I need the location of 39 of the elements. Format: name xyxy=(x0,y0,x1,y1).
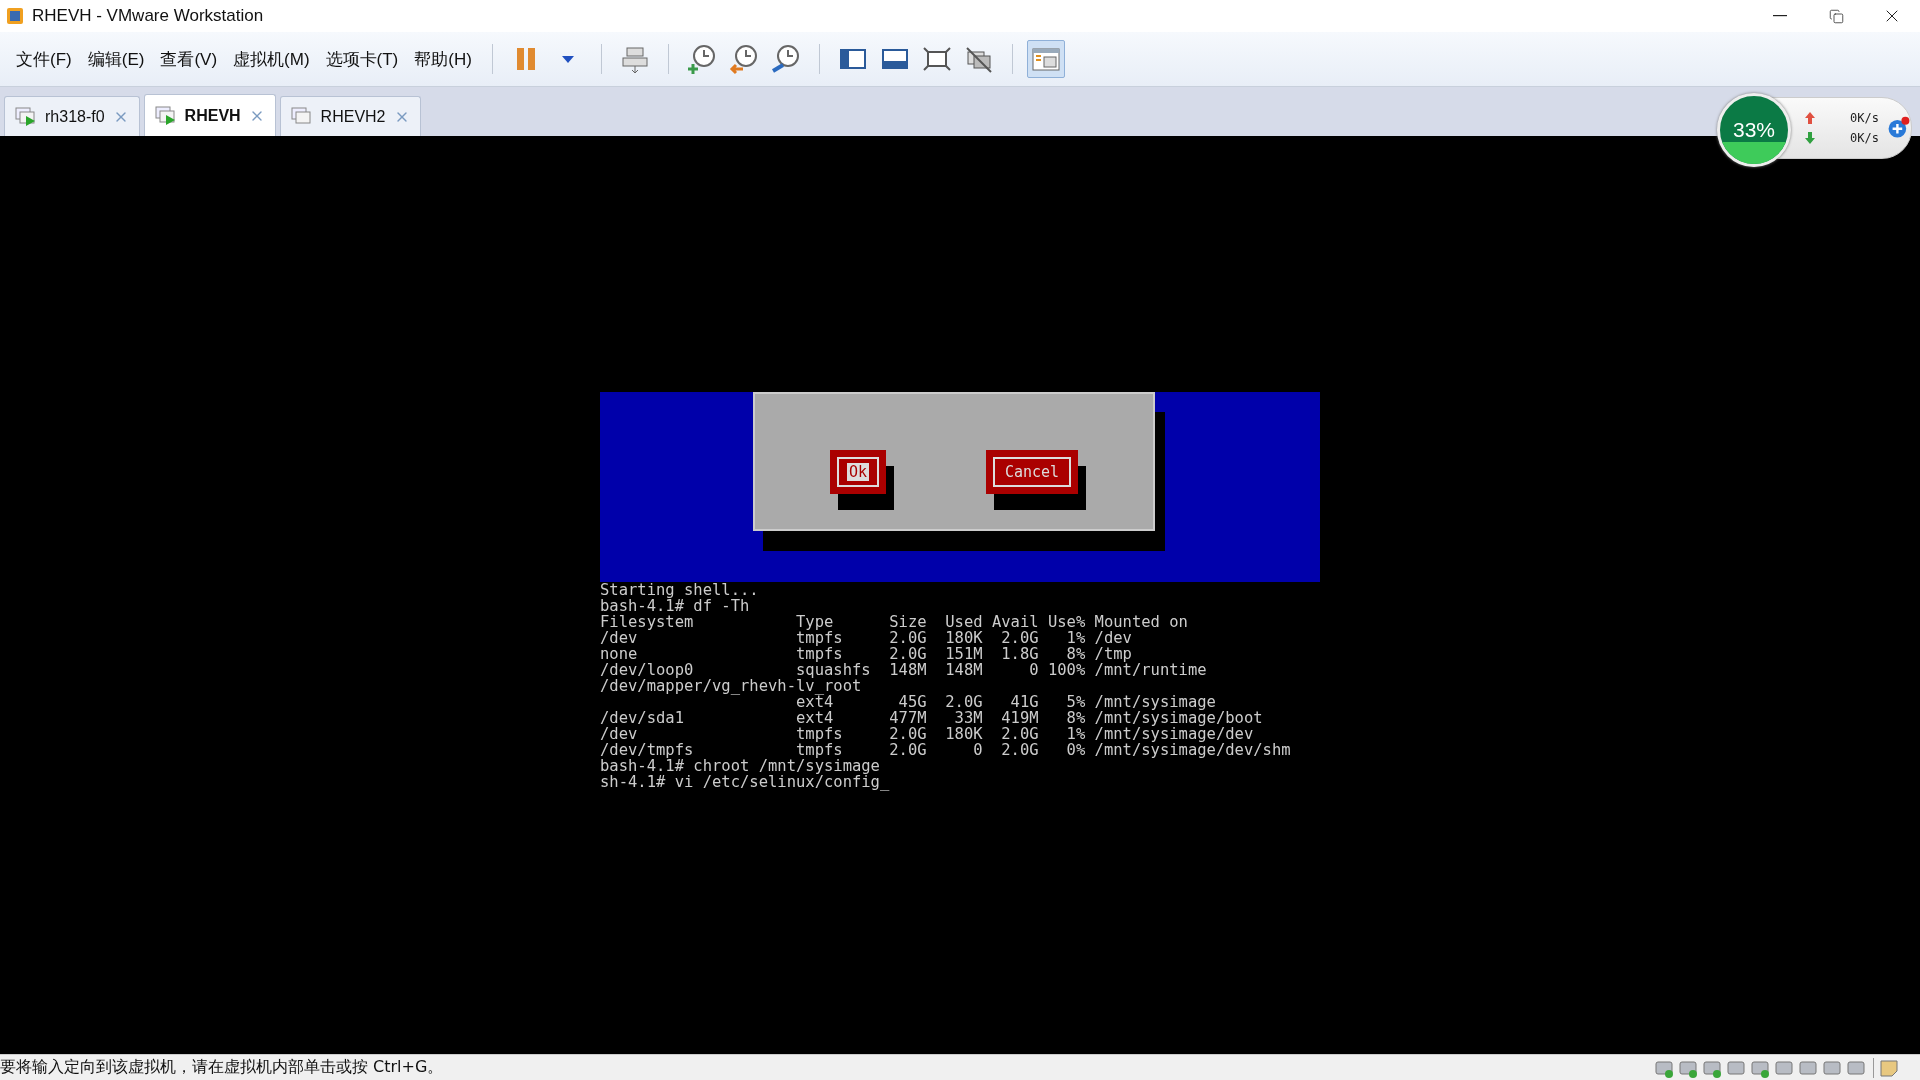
terminal-line: /dev/loop0 squashfs 148M 148M 0 100% /mnt/runtime xyxy=(600,662,1208,678)
terminal-line: /dev tmpfs 2.0G 180K 2.0G 1% /dev xyxy=(600,630,1133,646)
down-arrow-icon xyxy=(1805,132,1815,144)
dialog-button[interactable]: Ok xyxy=(829,449,886,494)
app-logo-icon xyxy=(6,7,24,25)
vm-tab-icon xyxy=(290,106,313,127)
terminal-line: ext4 45G 2.0G 41G 5% /mnt/sysimage xyxy=(795,694,1216,710)
terminal-line: Starting shell... xyxy=(600,582,760,598)
minimize-icon xyxy=(1773,15,1787,17)
terminal-line: bash-4.1# df -Th xyxy=(600,598,751,614)
menu-item[interactable]: 查看(V) xyxy=(154,43,224,75)
terminal-line: /dev/mapper/vg_rhevh-lv_root xyxy=(600,678,862,694)
caret-icon xyxy=(561,55,574,63)
vm-tab[interactable]: rh318-f0 xyxy=(4,96,140,136)
window-view-button[interactable] xyxy=(1026,40,1065,78)
upload-speed: 0K/s xyxy=(1849,111,1879,125)
dialog-button[interactable]: Cancel xyxy=(985,449,1079,494)
status-message: 要将输入定向到该虚拟机，请在虚拟机内部单击或按 Ctrl+G。 xyxy=(0,1057,445,1078)
up-arrow-icon xyxy=(1805,112,1815,124)
menu-item[interactable]: 编辑(E) xyxy=(81,43,151,75)
window-title: RHEVH - VMware Workstation xyxy=(32,6,265,26)
vm-tab-icon xyxy=(15,106,37,127)
terminal-line: /dev/sda1 ext4 477M 33M 419M 8% /mnt/sysimage/boot xyxy=(600,710,1264,726)
gauge-percent: 33% xyxy=(1733,118,1775,142)
terminal-line: /dev tmpfs 2.0G 180K 2.0G 1% /mnt/sysimage/dev xyxy=(600,726,1254,742)
terminal-line: none tmpfs 2.0G 151M 1.8G 8% /tmp xyxy=(600,646,1132,662)
menu-item[interactable]: 文件(F) xyxy=(10,43,78,75)
terminal-line: /dev/tmpfs tmpfs 2.0G 0 2.0G 0% /mnt/sysimage/dev/shm xyxy=(600,742,1292,758)
vm-tab[interactable]: RHEVH xyxy=(143,94,276,136)
restore-icon xyxy=(1828,8,1844,24)
download-speed: 0K/s xyxy=(1849,131,1879,145)
terminal-line: bash-4.1# chroot /mnt/sysimage xyxy=(600,758,880,774)
terminal-line: sh-4.1# vi /etc/selinux/config_ xyxy=(600,774,891,790)
menu-item[interactable]: 帮助(H) xyxy=(408,43,478,75)
menu-item[interactable]: 虚拟机(M) xyxy=(227,43,316,75)
vm-tab-icon xyxy=(154,105,177,126)
vm-tab[interactable]: RHEVH2 xyxy=(279,96,421,136)
terminal-line: Filesystem Type Size Used Avail Use% Mounted on xyxy=(600,614,1189,630)
menu-item[interactable]: 选项卡(T) xyxy=(319,43,405,75)
